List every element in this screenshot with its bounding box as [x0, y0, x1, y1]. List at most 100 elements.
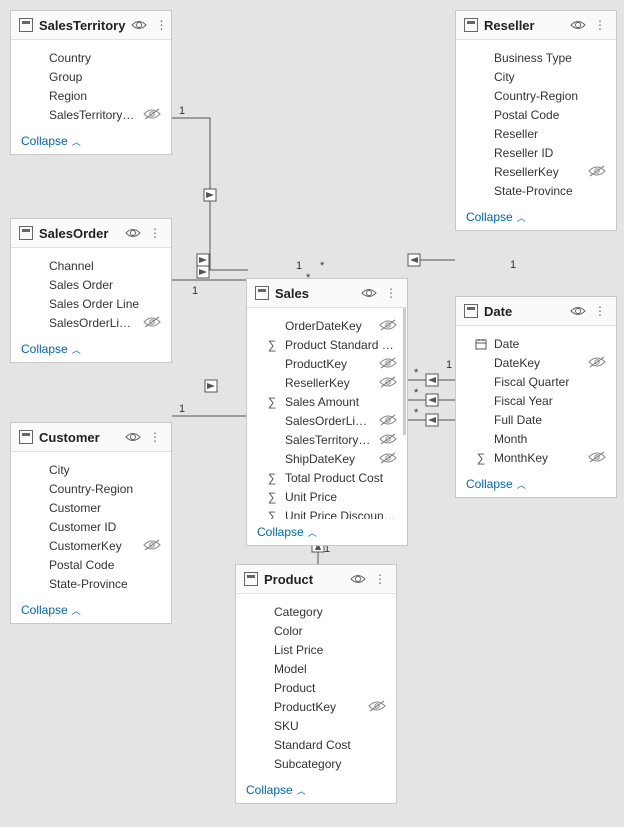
- visibility-icon[interactable]: [570, 17, 586, 33]
- field-row[interactable]: ShipDateKey: [251, 449, 403, 468]
- table-title: Customer: [39, 430, 119, 445]
- field-label: Sales Order: [49, 278, 161, 292]
- field-row[interactable]: Business Type: [460, 48, 612, 67]
- field-row[interactable]: Fiscal Quarter: [460, 372, 612, 391]
- field-row[interactable]: State-Province: [460, 181, 612, 200]
- field-row[interactable]: Sales Order Line: [15, 294, 167, 313]
- field-row[interactable]: Group: [15, 67, 167, 86]
- field-row[interactable]: Customer ID: [15, 517, 167, 536]
- field-label: Postal Code: [494, 108, 606, 122]
- collapse-link[interactable]: Collapse︿: [456, 471, 616, 497]
- visibility-icon[interactable]: [350, 571, 366, 587]
- table-reseller[interactable]: Reseller ⋮ Business TypeCityCountry-Regi…: [455, 10, 617, 231]
- field-row[interactable]: Reseller: [460, 124, 612, 143]
- blank-icon: [29, 558, 43, 572]
- field-row[interactable]: Country: [15, 48, 167, 67]
- field-row[interactable]: Date: [460, 334, 612, 353]
- more-icon[interactable]: ⋮: [147, 429, 163, 445]
- more-icon[interactable]: ⋮: [383, 285, 399, 301]
- visibility-icon[interactable]: [131, 17, 147, 33]
- field-row[interactable]: Postal Code: [460, 105, 612, 124]
- field-row[interactable]: Reseller ID: [460, 143, 612, 162]
- field-row[interactable]: ∑Total Product Cost: [251, 468, 403, 487]
- visibility-icon[interactable]: [361, 285, 377, 301]
- field-row[interactable]: ∑Unit Price Discount Pct: [251, 506, 403, 519]
- model-canvas[interactable]: 1 1 1 * 1 1 * 1 * * *: [0, 0, 624, 827]
- svg-text:1: 1: [192, 285, 198, 297]
- table-customer[interactable]: Customer ⋮ CityCountry-RegionCustomerCus…: [10, 422, 172, 624]
- field-row[interactable]: Full Date: [460, 410, 612, 429]
- field-row[interactable]: Customer: [15, 498, 167, 517]
- field-row[interactable]: ProductKey: [240, 697, 392, 716]
- field-row[interactable]: Color: [240, 621, 392, 640]
- hidden-icon: [143, 316, 161, 330]
- field-row[interactable]: SalesOrderLineKey: [15, 313, 167, 332]
- field-row[interactable]: DateKey: [460, 353, 612, 372]
- more-icon[interactable]: ⋮: [147, 225, 163, 241]
- field-row[interactable]: ∑Sales Amount: [251, 392, 403, 411]
- table-sales-territory[interactable]: SalesTerritory ⋮ CountryGroupRegionSales…: [10, 10, 172, 155]
- field-row[interactable]: Country-Region: [460, 86, 612, 105]
- field-row[interactable]: SalesOrderLineKey: [251, 411, 403, 430]
- table-date[interactable]: Date ⋮ DateDateKeyFiscal QuarterFiscal Y…: [455, 296, 617, 498]
- field-label: ProductKey: [274, 700, 362, 714]
- field-row[interactable]: Region: [15, 86, 167, 105]
- field-row[interactable]: SKU: [240, 716, 392, 735]
- more-icon[interactable]: ⋮: [372, 571, 388, 587]
- field-row[interactable]: Month: [460, 429, 612, 448]
- more-icon[interactable]: ⋮: [153, 17, 169, 33]
- field-row[interactable]: Country-Region: [15, 479, 167, 498]
- collapse-link[interactable]: Collapse︿: [11, 336, 171, 362]
- field-row[interactable]: ProductKey: [251, 354, 403, 373]
- field-row[interactable]: SalesTerritoryKey: [15, 105, 167, 124]
- field-label: Unit Price Discount Pct: [285, 509, 397, 520]
- field-row[interactable]: Model: [240, 659, 392, 678]
- field-row[interactable]: State-Province: [15, 574, 167, 593]
- blank-icon: [265, 452, 279, 466]
- field-row[interactable]: Product: [240, 678, 392, 697]
- field-row[interactable]: ∑Unit Price: [251, 487, 403, 506]
- field-row[interactable]: Sales Order: [15, 275, 167, 294]
- field-row[interactable]: Postal Code: [15, 555, 167, 574]
- field-row[interactable]: SalesTerritoryKey: [251, 430, 403, 449]
- field-row[interactable]: Subcategory: [240, 754, 392, 773]
- visibility-icon[interactable]: [570, 303, 586, 319]
- field-row[interactable]: Standard Cost: [240, 735, 392, 754]
- collapse-link[interactable]: Collapse︿: [247, 519, 407, 545]
- sum-icon: ∑: [265, 338, 279, 352]
- field-row[interactable]: ResellerKey: [460, 162, 612, 181]
- collapse-link[interactable]: Collapse︿: [236, 777, 396, 803]
- field-row[interactable]: ∑MonthKey: [460, 448, 612, 467]
- field-row[interactable]: ∑Product Standard Cost: [251, 335, 403, 354]
- table-icon: [19, 430, 33, 444]
- field-row[interactable]: Channel: [15, 256, 167, 275]
- card-header: SalesOrder ⋮: [11, 219, 171, 248]
- field-row[interactable]: OrderDateKey: [251, 316, 403, 335]
- visibility-icon[interactable]: [125, 225, 141, 241]
- table-sales-order[interactable]: SalesOrder ⋮ Channel Sales Order Sales Ord…: [10, 218, 172, 363]
- field-row[interactable]: ResellerKey: [251, 373, 403, 392]
- field-row[interactable]: City: [460, 67, 612, 86]
- field-label: Sales Amount: [285, 395, 397, 409]
- collapse-link[interactable]: Collapse︿: [11, 597, 171, 623]
- visibility-icon[interactable]: [125, 429, 141, 445]
- collapse-link[interactable]: Collapse︿: [11, 128, 171, 154]
- table-product[interactable]: Product ⋮ CategoryColorList PriceModelPr…: [235, 564, 397, 804]
- chevron-up-icon: ︿: [308, 526, 317, 539]
- more-icon[interactable]: ⋮: [592, 17, 608, 33]
- field-row[interactable]: CustomerKey: [15, 536, 167, 555]
- svg-text:1: 1: [446, 359, 452, 371]
- field-row[interactable]: City: [15, 460, 167, 479]
- more-icon[interactable]: ⋮: [592, 303, 608, 319]
- table-sales[interactable]: Sales ⋮ OrderDateKey∑Product Standard Co…: [246, 278, 408, 546]
- field-row[interactable]: Fiscal Year: [460, 391, 612, 410]
- field-row[interactable]: Category: [240, 602, 392, 621]
- blank-icon: [254, 624, 268, 638]
- blank-icon: [254, 662, 268, 676]
- field-list: CategoryColorList PriceModelProduct Produ…: [236, 594, 396, 777]
- field-row[interactable]: List Price: [240, 640, 392, 659]
- blank-icon: [254, 643, 268, 657]
- collapse-link[interactable]: Collapse︿: [456, 204, 616, 230]
- blank-icon: [29, 278, 43, 292]
- field-label: City: [49, 463, 161, 477]
